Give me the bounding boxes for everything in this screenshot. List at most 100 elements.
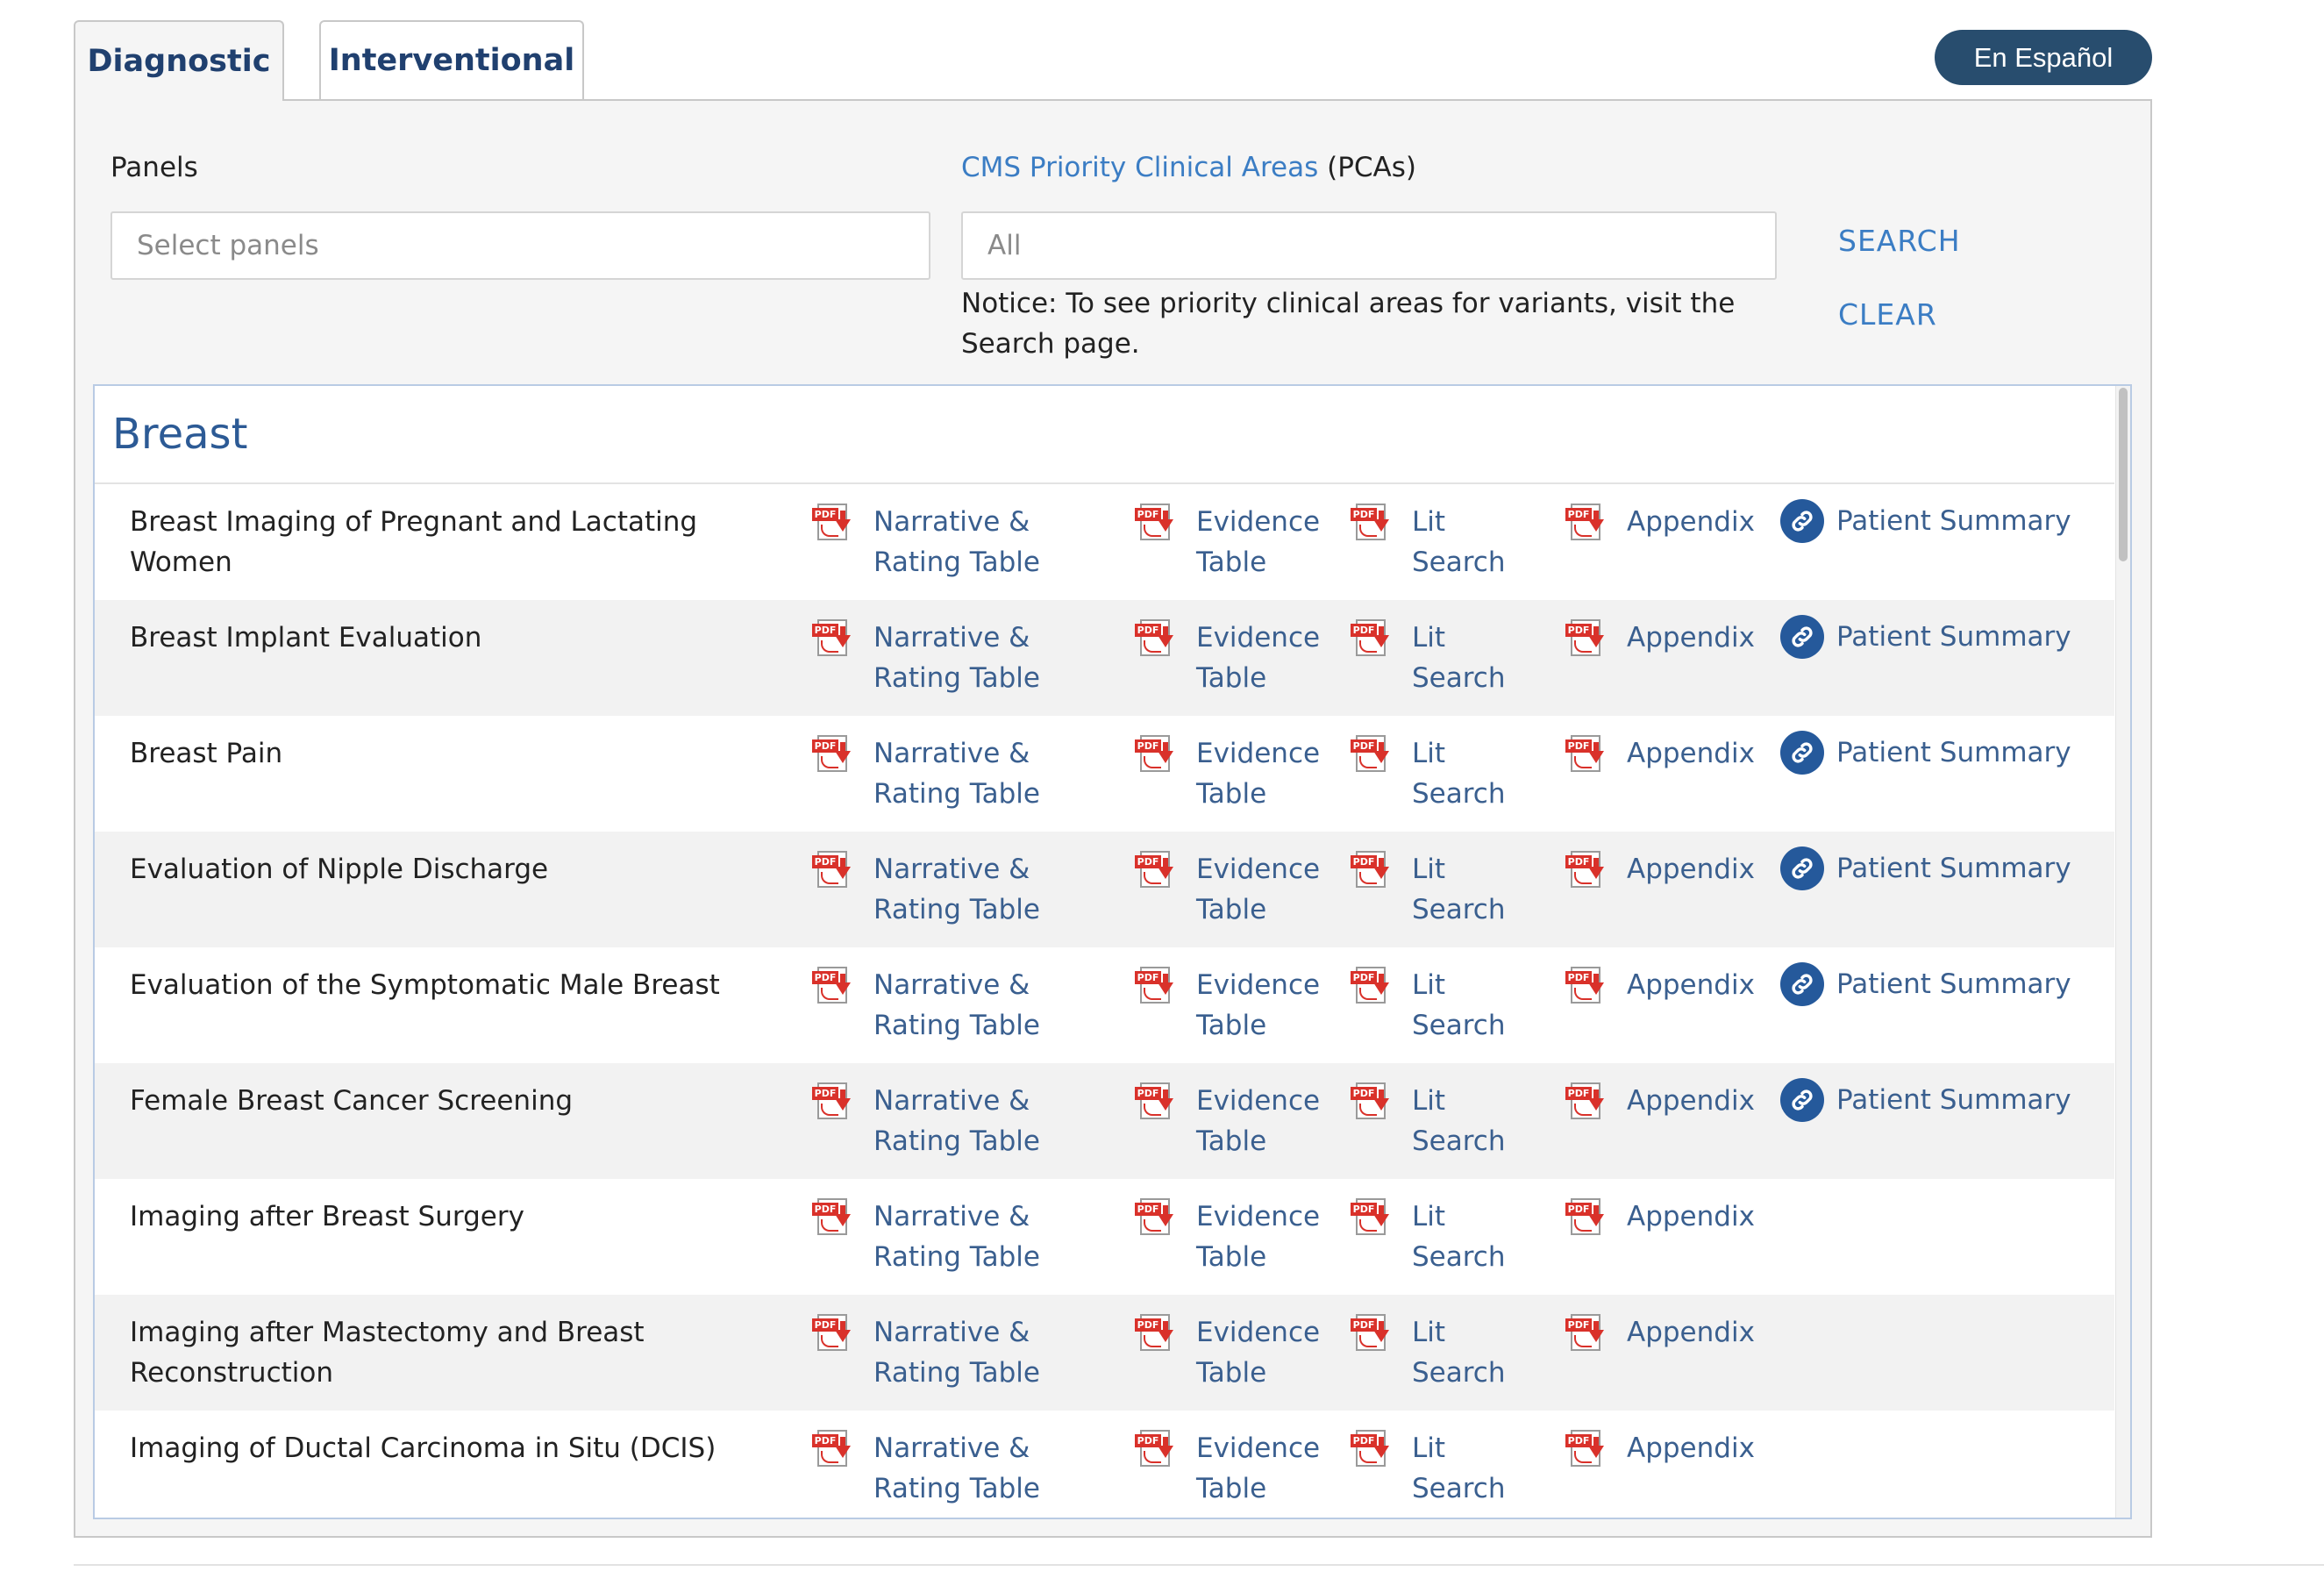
chain-link-icon — [1780, 615, 1824, 659]
pdf-file-icon: PDF — [1351, 1314, 1393, 1353]
pdf-file-icon: PDF — [1565, 735, 1608, 774]
lit-search-link[interactable]: PDF Lit Search — [1351, 1312, 1517, 1393]
search-button[interactable]: SEARCH — [1838, 224, 1961, 258]
evidence-table-link[interactable]: PDF Evidence Table — [1135, 1428, 1337, 1509]
lit-search-link-label: Lit Search — [1412, 738, 1506, 810]
narrative-rating-table-link[interactable]: PDF Narrative & Rating Table — [812, 502, 1049, 582]
patient-summary-link[interactable]: Patient Summary — [1780, 1078, 2071, 1122]
lit-search-link[interactable]: PDF Lit Search — [1351, 502, 1517, 582]
patient-summary-link[interactable]: Patient Summary — [1780, 615, 2071, 659]
pdf-file-icon: PDF — [1351, 735, 1393, 774]
patient-summary-label: Patient Summary — [1836, 1084, 2071, 1116]
pca-suffix: (PCAs) — [1318, 152, 1416, 183]
appendix-link-label: Appendix — [1627, 738, 1755, 769]
patient-summary-link[interactable]: Patient Summary — [1780, 499, 2071, 543]
evidence-table-link[interactable]: PDF Evidence Table — [1135, 733, 1337, 814]
lit-search-link[interactable]: PDF Lit Search — [1351, 1081, 1517, 1161]
narrative-rating-table-link-label: Narrative & Rating Table — [873, 969, 1040, 1041]
appendix-link[interactable]: PDF Appendix — [1565, 1197, 1802, 1237]
narrative-rating-table-link-label: Narrative & Rating Table — [873, 1085, 1040, 1157]
appendix-link[interactable]: PDF Appendix — [1565, 849, 1802, 889]
patient-summary-link[interactable]: Patient Summary — [1780, 847, 2071, 890]
appendix-link[interactable]: PDF Appendix — [1565, 1312, 1802, 1353]
pdf-file-icon: PDF — [1565, 1082, 1608, 1121]
pdf-file-icon: PDF — [1351, 967, 1393, 1005]
evidence-table-link[interactable]: PDF Evidence Table — [1135, 1081, 1337, 1161]
lit-search-link-label: Lit Search — [1412, 506, 1506, 578]
patient-summary-link[interactable]: Patient Summary — [1780, 731, 2071, 775]
evidence-table-link[interactable]: PDF Evidence Table — [1135, 1312, 1337, 1393]
spanish-language-button[interactable]: En Español — [1935, 30, 2152, 85]
pdf-file-icon: PDF — [1565, 1198, 1608, 1237]
evidence-table-link[interactable]: PDF Evidence Table — [1135, 1197, 1337, 1277]
row-title: Breast Pain — [130, 738, 283, 769]
pdf-file-icon: PDF — [812, 1198, 854, 1237]
evidence-table-link[interactable]: PDF Evidence Table — [1135, 965, 1337, 1046]
narrative-rating-table-link[interactable]: PDF Narrative & Rating Table — [812, 965, 1049, 1046]
notice-text: Notice: To see priority clinical areas f… — [961, 288, 1736, 360]
narrative-rating-table-link-label: Narrative & Rating Table — [873, 1201, 1040, 1273]
appendix-link[interactable]: PDF Appendix — [1565, 965, 1802, 1005]
results-scrollbar[interactable] — [2115, 386, 2130, 1518]
lit-search-link[interactable]: PDF Lit Search — [1351, 1428, 1517, 1509]
pdf-file-icon: PDF — [1135, 851, 1177, 889]
narrative-rating-table-link[interactable]: PDF Narrative & Rating Table — [812, 733, 1049, 814]
narrative-rating-table-link[interactable]: PDF Narrative & Rating Table — [812, 1081, 1049, 1161]
narrative-rating-table-link[interactable]: PDF Narrative & Rating Table — [812, 1428, 1049, 1509]
table-row: Evaluation of Nipple Discharge PDF Narrati… — [95, 832, 2114, 947]
evidence-table-link-label: Evidence Table — [1196, 854, 1321, 925]
row-title: Evaluation of the Symptomatic Male Breas… — [130, 969, 720, 1001]
lit-search-link-label: Lit Search — [1412, 1317, 1506, 1389]
pdf-file-icon: PDF — [1351, 504, 1393, 542]
pdf-file-icon: PDF — [1351, 1082, 1393, 1121]
clear-button[interactable]: CLEAR — [1838, 297, 1937, 332]
tab-diagnostic[interactable]: Diagnostic — [74, 20, 284, 101]
pca-select[interactable]: All — [961, 211, 1777, 280]
appendix-link-label: Appendix — [1627, 1317, 1755, 1348]
patient-summary-link[interactable]: Patient Summary — [1780, 962, 2071, 1006]
appendix-link[interactable]: PDF Appendix — [1565, 1081, 1802, 1121]
lit-search-link[interactable]: PDF Lit Search — [1351, 618, 1517, 698]
narrative-rating-table-link[interactable]: PDF Narrative & Rating Table — [812, 618, 1049, 698]
appendix-link[interactable]: PDF Appendix — [1565, 502, 1802, 542]
table-row: Imaging after Breast Surgery PDF Narrative… — [95, 1179, 2114, 1295]
appendix-link-label: Appendix — [1627, 622, 1755, 654]
pdf-file-icon: PDF — [1135, 967, 1177, 1005]
results-list[interactable]: Breast Breast Imaging of Pregnant and La… — [93, 384, 2132, 1519]
table-row: Evaluation of the Symptomatic Male Breas… — [95, 947, 2114, 1063]
pdf-file-icon: PDF — [1135, 504, 1177, 542]
pdf-file-icon: PDF — [1135, 1198, 1177, 1237]
pdf-file-icon: PDF — [1135, 1082, 1177, 1121]
panels-select[interactable]: Select panels — [110, 211, 930, 280]
evidence-table-link[interactable]: PDF Evidence Table — [1135, 618, 1337, 698]
lit-search-link-label: Lit Search — [1412, 969, 1506, 1041]
table-row: Imaging after Mastectomy and Breast Reco… — [95, 1295, 2114, 1411]
pdf-file-icon: PDF — [1351, 619, 1393, 658]
lit-search-link[interactable]: PDF Lit Search — [1351, 733, 1517, 814]
scrollbar-thumb[interactable] — [2119, 388, 2128, 561]
lit-search-link-label: Lit Search — [1412, 854, 1506, 925]
pdf-file-icon: PDF — [1351, 1430, 1393, 1468]
evidence-table-link[interactable]: PDF Evidence Table — [1135, 849, 1337, 930]
narrative-rating-table-link[interactable]: PDF Narrative & Rating Table — [812, 1312, 1049, 1393]
narrative-rating-table-link[interactable]: PDF Narrative & Rating Table — [812, 849, 1049, 930]
lit-search-link-label: Lit Search — [1412, 622, 1506, 694]
appendix-link[interactable]: PDF Appendix — [1565, 733, 1802, 774]
appendix-link[interactable]: PDF Appendix — [1565, 1428, 1802, 1468]
lit-search-link[interactable]: PDF Lit Search — [1351, 1197, 1517, 1277]
chain-link-icon — [1780, 847, 1824, 890]
appendix-link-label: Appendix — [1627, 1432, 1755, 1464]
table-row: Female Breast Cancer Screening PDF Narrati… — [95, 1063, 2114, 1179]
lit-search-link[interactable]: PDF Lit Search — [1351, 965, 1517, 1046]
cms-pca-link[interactable]: CMS Priority Clinical Areas — [961, 152, 1318, 183]
pca-label: CMS Priority Clinical Areas (PCAs) — [961, 152, 1416, 183]
lit-search-link-label: Lit Search — [1412, 1201, 1506, 1273]
appendix-link-label: Appendix — [1627, 1085, 1755, 1117]
tab-interventional[interactable]: Interventional — [319, 20, 584, 99]
pdf-file-icon: PDF — [1565, 1430, 1608, 1468]
narrative-rating-table-link[interactable]: PDF Narrative & Rating Table — [812, 1197, 1049, 1277]
appendix-link[interactable]: PDF Appendix — [1565, 618, 1802, 658]
narrative-rating-table-link-label: Narrative & Rating Table — [873, 1317, 1040, 1389]
evidence-table-link[interactable]: PDF Evidence Table — [1135, 502, 1337, 582]
lit-search-link[interactable]: PDF Lit Search — [1351, 849, 1517, 930]
